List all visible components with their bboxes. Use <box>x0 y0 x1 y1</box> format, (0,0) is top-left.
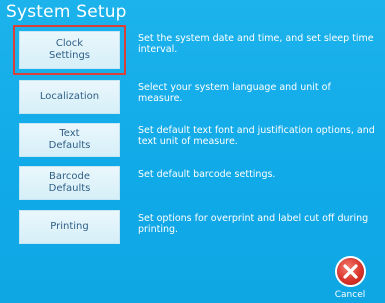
system-setup-screen: System Setup Clock Settings Set the syst… <box>0 0 385 303</box>
text-defaults-button[interactable]: Text Defaults <box>19 123 120 157</box>
barcode-defaults-description: Set default barcode settings. <box>138 169 276 180</box>
cancel-button[interactable]: Cancel <box>329 258 371 302</box>
clock-settings-description: Set the system date and time, and set sl… <box>138 33 374 55</box>
barcode-defaults-button[interactable]: Barcode Defaults <box>19 166 120 200</box>
printing-description: Set options for overprint and label cut … <box>138 213 369 235</box>
cancel-x-icon <box>337 258 364 285</box>
text-defaults-description: Set default text font and justification … <box>138 125 375 147</box>
clock-settings-button[interactable]: Clock Settings <box>13 25 126 75</box>
cancel-label: Cancel <box>334 290 366 300</box>
page-title: System Setup <box>6 2 127 22</box>
printing-button[interactable]: Printing <box>19 210 120 244</box>
localization-button[interactable]: Localization <box>19 80 120 114</box>
localization-description: Select your system language and unit of … <box>138 82 331 104</box>
